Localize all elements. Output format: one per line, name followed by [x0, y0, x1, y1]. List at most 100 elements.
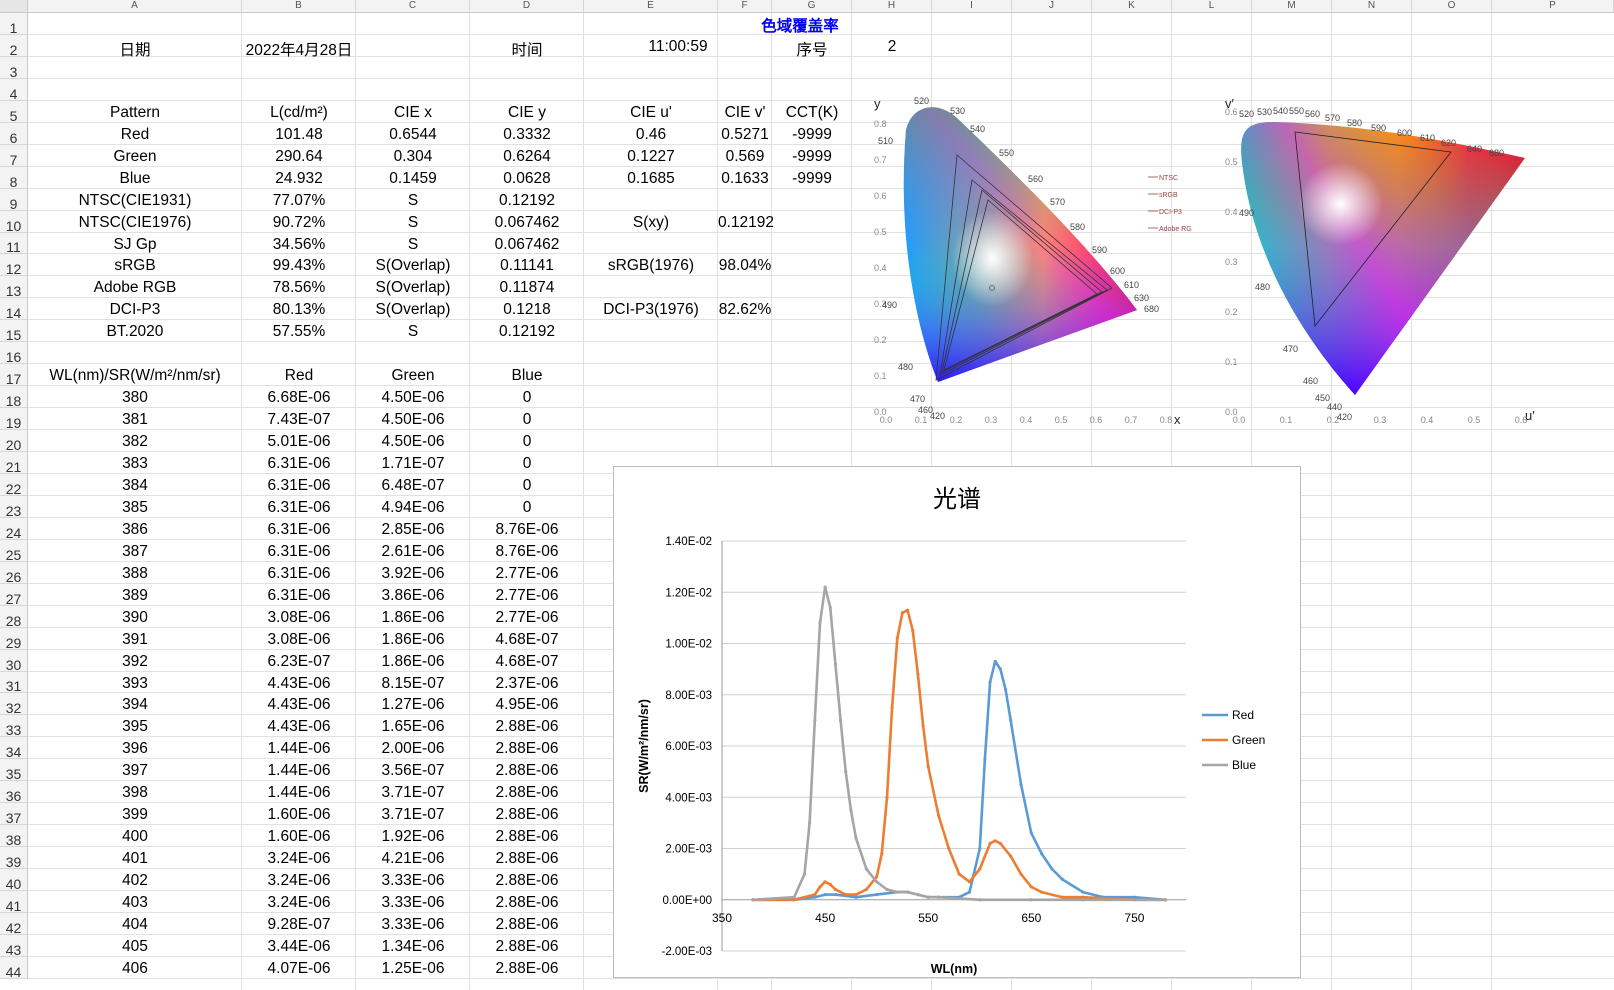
spectrum-cell[interactable]: 1.86E-06 [356, 653, 470, 671]
row-header-23[interactable]: 23 [0, 496, 28, 519]
spectrum-cell[interactable]: 389 [28, 587, 242, 605]
spectrum-cell[interactable]: 4.43E-06 [242, 696, 356, 714]
column-header-C[interactable]: C [356, 0, 470, 13]
row-header-2[interactable]: 2 [0, 35, 28, 58]
spectrum-cell[interactable]: 401 [28, 850, 242, 868]
measure-cell[interactable]: 0.46 [584, 126, 718, 144]
row-header-19[interactable]: 19 [0, 408, 28, 431]
row-header-22[interactable]: 22 [0, 474, 28, 497]
gamut-cell[interactable]: 57.55% [242, 323, 356, 341]
spectrum-cell[interactable]: 2.88E-06 [470, 960, 584, 978]
spectrum-chart-frame[interactable]: 光谱 -2.00E-03 0.00E+00 2.00E-03 4.00E-03 6.00E… [613, 466, 1301, 978]
measure-cell[interactable]: 0.0628 [470, 170, 584, 188]
measure-cell[interactable]: -9999 [772, 170, 852, 188]
spectrum-cell[interactable]: 1.60E-06 [242, 806, 356, 824]
spectrum-cell[interactable]: 1.71E-07 [356, 455, 470, 473]
row-header-43[interactable]: 43 [0, 935, 28, 958]
spectrum-cell[interactable]: 404 [28, 916, 242, 934]
gamut-cell[interactable]: 77.07% [242, 192, 356, 210]
spectrum-cell[interactable]: 382 [28, 433, 242, 451]
spectrum-header-cell[interactable]: Green [356, 367, 470, 385]
spectrum-cell[interactable]: 2.88E-06 [470, 806, 584, 824]
spectrum-cell[interactable]: 395 [28, 718, 242, 736]
row-header-4[interactable]: 4 [0, 79, 28, 102]
measure-header-cell[interactable]: CIE x [356, 104, 470, 122]
spectrum-cell[interactable]: 2.88E-06 [470, 740, 584, 758]
spectrum-cell[interactable]: 8.15E-07 [356, 675, 470, 693]
measure-cell[interactable]: -9999 [772, 148, 852, 166]
gamut-cell[interactable]: 0.067462 [470, 236, 584, 254]
spectrum-cell[interactable]: 4.68E-07 [470, 631, 584, 649]
column-header-B[interactable]: B [242, 0, 356, 13]
column-header-I[interactable]: I [932, 0, 1012, 13]
row-header-15[interactable]: 15 [0, 320, 28, 343]
spectrum-cell[interactable]: 387 [28, 543, 242, 561]
row-header-41[interactable]: 41 [0, 891, 28, 914]
spectrum-cell[interactable]: 2.37E-06 [470, 675, 584, 693]
spectrum-cell[interactable]: 1.25E-06 [356, 960, 470, 978]
column-header-L[interactable]: L [1172, 0, 1252, 13]
row-header-34[interactable]: 34 [0, 737, 28, 760]
spectrum-cell[interactable]: 2.88E-06 [470, 718, 584, 736]
gamut-cell[interactable]: 0.11141 [470, 257, 584, 275]
spectrum-cell[interactable]: 392 [28, 653, 242, 671]
gamut-cell[interactable]: 82.62% [718, 301, 772, 319]
row-header-35[interactable]: 35 [0, 759, 28, 782]
row-header-24[interactable]: 24 [0, 518, 28, 541]
row-header-9[interactable]: 9 [0, 189, 28, 212]
row-header-37[interactable]: 37 [0, 803, 28, 826]
row-header-25[interactable]: 25 [0, 540, 28, 563]
gamut-cell[interactable]: 0.12192 [470, 192, 584, 210]
spectrum-cell[interactable]: 4.07E-06 [242, 960, 356, 978]
spectrum-cell[interactable]: 3.44E-06 [242, 938, 356, 956]
spectrum-cell[interactable]: 3.24E-06 [242, 872, 356, 890]
spectrum-cell[interactable]: 3.33E-06 [356, 872, 470, 890]
spectrum-cell[interactable]: 386 [28, 521, 242, 539]
row-header-12[interactable]: 12 [0, 254, 28, 277]
gamut-cell[interactable]: S [356, 214, 470, 232]
column-header-N[interactable]: N [1332, 0, 1412, 13]
spectrum-cell[interactable]: 4.50E-06 [356, 411, 470, 429]
spectrum-cell[interactable]: 385 [28, 499, 242, 517]
measure-cell[interactable]: Red [28, 126, 242, 144]
row-header-28[interactable]: 28 [0, 606, 28, 629]
spectrum-cell[interactable]: 402 [28, 872, 242, 890]
measure-cell[interactable]: 0.6264 [470, 148, 584, 166]
time-label[interactable]: 时间 [470, 38, 584, 60]
spectrum-cell[interactable]: 1.86E-06 [356, 609, 470, 627]
spectrum-cell[interactable]: 397 [28, 762, 242, 780]
spectrum-cell[interactable]: 394 [28, 696, 242, 714]
spectrum-cell[interactable]: 0 [470, 477, 584, 495]
row-header-18[interactable]: 18 [0, 386, 28, 409]
spectrum-header-cell[interactable]: Blue [470, 367, 584, 385]
measure-header-cell[interactable]: CIE v' [718, 104, 772, 122]
measure-cell[interactable]: 0.5271 [718, 126, 772, 144]
spectrum-cell[interactable]: 2.88E-06 [470, 762, 584, 780]
spectrum-cell[interactable]: 3.08E-06 [242, 631, 356, 649]
spectrum-cell[interactable]: 2.61E-06 [356, 543, 470, 561]
spectrum-header-cell[interactable]: WL(nm)/SR(W/m²/nm/sr) [28, 367, 242, 385]
gamut-cell[interactable]: S(Overlap) [356, 301, 470, 319]
spectrum-cell[interactable]: 2.88E-06 [470, 872, 584, 890]
column-header-O[interactable]: O [1412, 0, 1492, 13]
row-header-6[interactable]: 6 [0, 123, 28, 146]
gamut-cell[interactable]: S(Overlap) [356, 279, 470, 297]
spectrum-cell[interactable]: 1.92E-06 [356, 828, 470, 846]
spectrum-cell[interactable]: 6.31E-06 [242, 455, 356, 473]
gamut-cell[interactable]: 0.067462 [470, 214, 584, 232]
spectrum-cell[interactable]: 0 [470, 455, 584, 473]
spectrum-cell[interactable]: 390 [28, 609, 242, 627]
row-header-11[interactable]: 11 [0, 233, 28, 255]
gamut-cell[interactable]: 0.12192 [470, 323, 584, 341]
seq-value[interactable]: 2 [852, 38, 932, 56]
spectrum-cell[interactable]: 3.71E-07 [356, 806, 470, 824]
spectrum-cell[interactable]: 3.08E-06 [242, 609, 356, 627]
spectrum-cell[interactable]: 405 [28, 938, 242, 956]
spectrum-cell[interactable]: 1.65E-06 [356, 718, 470, 736]
spectrum-cell[interactable]: 3.92E-06 [356, 565, 470, 583]
gamut-cell[interactable]: 98.04% [718, 257, 772, 275]
measure-cell[interactable]: 0.1459 [356, 170, 470, 188]
measure-cell[interactable]: 0.6544 [356, 126, 470, 144]
row-header-42[interactable]: 42 [0, 913, 28, 936]
spectrum-cell[interactable]: 6.31E-06 [242, 477, 356, 495]
